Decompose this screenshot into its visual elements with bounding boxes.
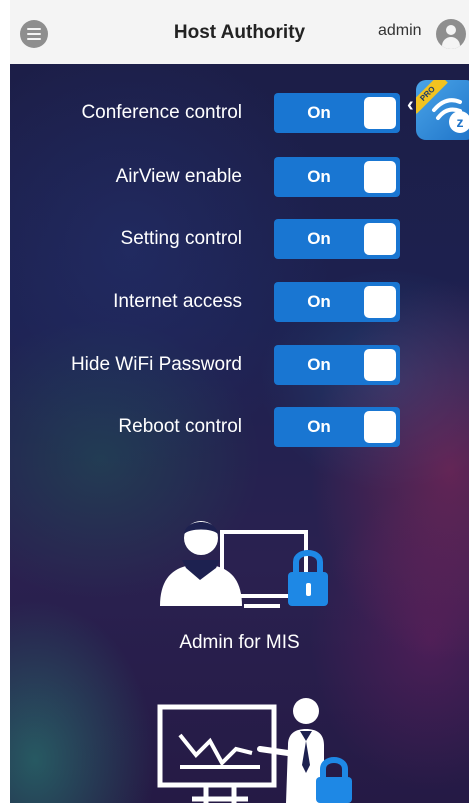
toggle-knob (364, 223, 396, 255)
setting-row-internet-access: Internet access On (10, 282, 410, 322)
setting-control-toggle[interactable]: On (274, 219, 400, 259)
svg-text:z: z (457, 114, 464, 130)
toggle-state: On (307, 167, 331, 186)
reboot-control-toggle[interactable]: On (274, 407, 400, 447)
toggle-state: On (307, 103, 331, 122)
setting-label: Setting control (120, 228, 242, 249)
setting-row-reboot-control: Reboot control On (10, 407, 410, 447)
toggle-state: On (307, 229, 331, 248)
side-panel-handle-icon[interactable]: ‹ (407, 94, 414, 117)
user-name: admin (378, 22, 422, 39)
internet-access-toggle[interactable]: On (274, 282, 400, 322)
setting-label: Internet access (113, 291, 242, 312)
setting-label: Conference control (81, 102, 242, 123)
toggle-state: On (307, 355, 331, 374)
admin-for-mis-label[interactable]: Admin for MIS (10, 632, 469, 654)
conference-control-toggle[interactable]: On (274, 93, 400, 133)
setting-label: AirView enable (115, 166, 242, 187)
toggle-state: On (307, 292, 331, 311)
app-screen: Host Authority admin Conference control … (10, 0, 469, 803)
toggle-knob (364, 161, 396, 193)
setting-row-setting-control: Setting control On (10, 219, 410, 259)
presenter-icon[interactable] (156, 693, 356, 803)
airview-enable-toggle[interactable]: On (274, 157, 400, 197)
admin-mis-icon[interactable] (160, 510, 340, 615)
toggle-knob (364, 286, 396, 318)
top-bar: Host Authority admin (10, 0, 469, 64)
toggle-knob (364, 97, 396, 129)
setting-label: Reboot control (118, 416, 242, 437)
hide-wifi-password-toggle[interactable]: On (274, 345, 400, 385)
setting-row-airview-enable: AirView enable On (10, 157, 410, 197)
ezcast-app-icon[interactable]: z PRO (416, 80, 469, 140)
setting-row-hide-wifi-password: Hide WiFi Password On (10, 345, 410, 385)
toggle-state: On (307, 417, 331, 436)
setting-label: Hide WiFi Password (70, 354, 242, 375)
setting-row-conference-control: Conference control On (10, 93, 410, 133)
toggle-knob (364, 349, 396, 381)
toggle-knob (364, 411, 396, 443)
user-avatar-icon[interactable] (436, 19, 466, 49)
